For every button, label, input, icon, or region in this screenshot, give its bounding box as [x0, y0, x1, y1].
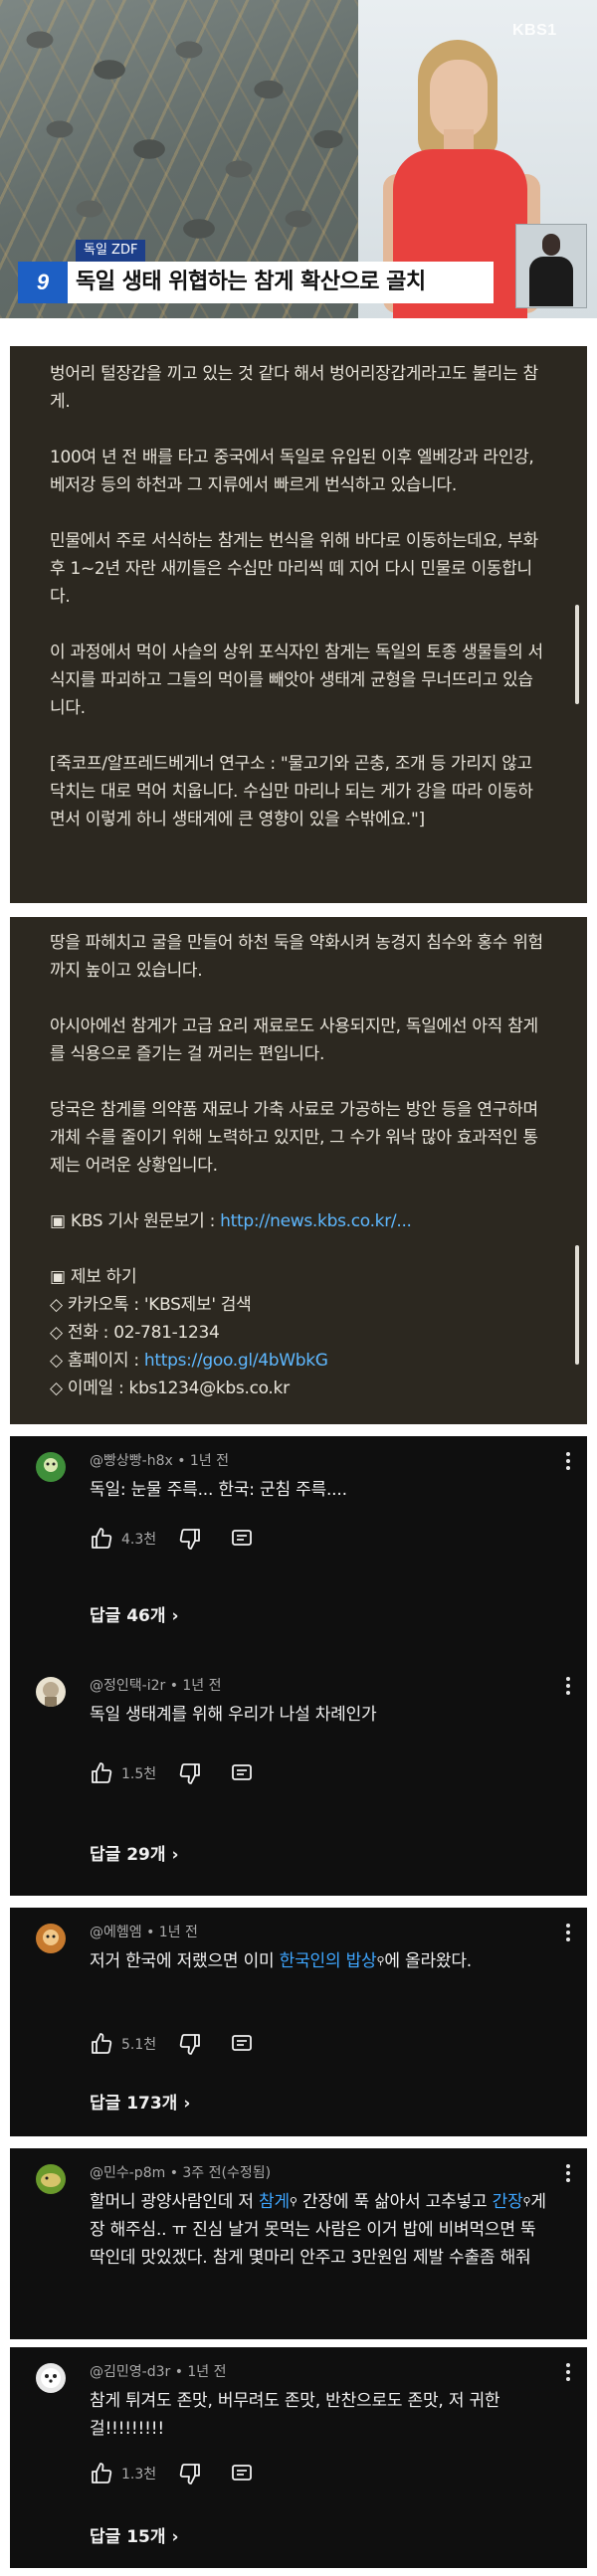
reply-icon[interactable] — [230, 2462, 254, 2485]
reply-icon[interactable] — [230, 1527, 254, 1551]
replies-count: 답글 15개 — [90, 2527, 166, 2547]
comment-text-part: 에 올라왔다. — [384, 1951, 472, 1971]
comment-card: @민수-p8m • 3주 전(수정됨) 할머니 광양사람인데 저 참게⚲ 간장에… — [10, 2148, 587, 2339]
reply-icon[interactable] — [230, 1761, 254, 1785]
comment-card: @김민영-d3r • 1년 전 참게 튀겨도 존맛, 버무려도 존맛, 반찬으로… — [10, 2347, 587, 2568]
description-paragraph: 당국은 참게를 의약품 재료나 가축 사료로 가공하는 방안 등을 연구하며 개… — [50, 1100, 538, 1176]
replies-toggle[interactable]: 답글 15개 › — [90, 2522, 179, 2547]
comment-actions: 4.3천 — [90, 1526, 254, 1552]
tip-email: ◇ 이메일 : kbs1234@kbs.co.kr — [50, 1379, 290, 1398]
comment-card: @빵상빵-h8x • 1년 전 독일: 눈물 주륵... 한국: 군침 주륵..… — [10, 1436, 587, 1657]
avatar[interactable] — [36, 1452, 66, 1482]
comment-actions: 1.3천 — [90, 2461, 254, 2486]
comment-text-part: 간장에 푹 삶아서 고추넣고 — [297, 2192, 493, 2212]
like-count: 1.3천 — [121, 2467, 157, 2483]
description-paragraph: 민물에서 주로 서식하는 참게는 번식을 위해 바다로 이동하는데요, 부화 후… — [50, 531, 538, 607]
more-vert-icon[interactable] — [565, 2363, 571, 2385]
comment-meta[interactable]: @빵상빵-h8x • 1년 전 — [90, 1450, 229, 1470]
comment-card: @정인택-i2r • 1년 전 독일 생태계를 위해 우리가 나설 차례인가 1… — [10, 1657, 587, 1896]
like-count: 4.3천 — [121, 1532, 157, 1548]
anchor-face — [430, 60, 488, 139]
tip-phone: ◇ 전화 : 02-781-1234 — [50, 1323, 220, 1343]
tip-homepage-link[interactable]: https://goo.gl/4bWbkG — [144, 1351, 328, 1371]
more-vert-icon[interactable] — [565, 1677, 571, 1699]
like-icon[interactable] — [90, 1527, 113, 1551]
comment-actions: 1.5천 — [90, 1760, 254, 1786]
like-icon[interactable] — [90, 2032, 113, 2056]
avatar[interactable] — [36, 2363, 66, 2393]
description-paragraph: 이 과정에서 먹이 사슬의 상위 포식자인 참게는 독일의 토종 생물들의 서식… — [50, 643, 543, 718]
replies-count: 답글 29개 — [90, 1845, 166, 1865]
replies-count: 답글 173개 — [90, 2094, 178, 2114]
comment-text: 할머니 광양사람인데 저 참게⚲ 간장에 푹 삶아서 고추넣고 간장⚲게장 해주… — [90, 2188, 547, 2272]
original-article-line: ▣ KBS 기사 원문보기 : http://news.kbs.co.kr/..… — [50, 1207, 547, 1235]
scrollbar[interactable] — [575, 605, 579, 704]
source-chip: 독일 ZDF — [76, 240, 146, 262]
chevron-right-icon: › — [171, 1845, 179, 1865]
like-count: 5.1천 — [121, 2037, 157, 2053]
replies-toggle[interactable]: 답글 173개 › — [90, 2089, 190, 2114]
sign-interpreter-head — [542, 234, 560, 256]
replies-count: 답글 46개 — [90, 1606, 166, 1626]
comment-text-part: 저거 한국에 저랬으면 이미 — [90, 1951, 280, 1971]
more-vert-icon[interactable] — [565, 1452, 571, 1474]
description-paragraph: 벙어리 털장갑을 끼고 있는 것 같다 해서 벙어리장갑게라고도 불리는 참게. — [50, 364, 538, 412]
comment-text: 독일: 눈물 주륵... 한국: 군침 주륵.... — [90, 1480, 347, 1500]
comment-meta[interactable]: @정인택-i2r • 1년 전 — [90, 1675, 222, 1695]
avatar[interactable] — [36, 1677, 66, 1707]
description-paragraph: 아시아에선 참게가 고급 요리 재료로도 사용되지만, 독일에선 아직 참게를 … — [50, 1016, 538, 1064]
dislike-icon[interactable] — [178, 2462, 202, 2485]
replies-toggle[interactable]: 답글 46개 › — [90, 1601, 179, 1626]
comment-actions: 5.1천 — [90, 2031, 254, 2057]
original-article-link[interactable]: http://news.kbs.co.kr/... — [220, 1211, 412, 1231]
tip-kakao: ◇ 카카오톡 : 'KBS제보' 검색 — [50, 1295, 252, 1315]
news-headline: 독일 생태 위협하는 참게 확산으로 골치 — [76, 270, 426, 294]
description-paragraph: 100여 년 전 배를 타고 중국에서 독일로 유입된 이후 엘베강과 라인강,… — [50, 448, 534, 495]
comment-card: @에헴엠 • 1년 전 저거 한국에 저랬으면 이미 한국인의 밥상⚲에 올라왔… — [10, 1908, 587, 2136]
sign-interpreter — [529, 257, 573, 306]
chevron-right-icon: › — [171, 1606, 179, 1626]
comment-meta[interactable]: @에헴엠 • 1년 전 — [90, 1922, 198, 1941]
comment-text-part: 할머니 광양사람인데 저 — [90, 2192, 260, 2212]
avatar[interactable] — [36, 1924, 66, 1953]
video-thumbnail[interactable]: KBS1 독일 ZDF 9 독일 생태 위협하는 참게 확산으로 골치 — [0, 0, 597, 318]
dislike-icon[interactable] — [178, 1761, 202, 1785]
dislike-icon[interactable] — [178, 1527, 202, 1551]
search-link[interactable]: 참게 — [259, 2192, 290, 2212]
like-icon[interactable] — [90, 1761, 113, 1785]
comment-meta[interactable]: @김민영-d3r • 1년 전 — [90, 2361, 227, 2381]
more-vert-icon[interactable] — [565, 2164, 571, 2186]
comment-text: 저거 한국에 저랬으면 이미 한국인의 밥상⚲에 올라왔다. — [90, 1947, 547, 1975]
search-link[interactable]: 간장 — [493, 2192, 523, 2212]
original-article-label: ▣ KBS 기사 원문보기 : — [50, 1211, 221, 1231]
search-icon: ⚲ — [289, 2195, 298, 2208]
description-panel: 땅을 파헤치고 굴을 만들어 하천 둑을 약화시켜 농경지 침수와 홍수 위험까… — [10, 917, 587, 1424]
comment-text: 독일 생태계를 위해 우리가 나설 차례인가 — [90, 1705, 377, 1725]
chevron-right-icon: › — [183, 2094, 191, 2114]
news9-badge: 9 — [18, 262, 68, 303]
more-vert-icon[interactable] — [565, 1924, 571, 1945]
tip-title: ▣ 제보 하기 — [50, 1267, 137, 1287]
dislike-icon[interactable] — [178, 2032, 202, 2056]
reply-icon[interactable] — [230, 2032, 254, 2056]
scrollbar[interactable] — [575, 1245, 579, 1365]
description-panel: 벙어리 털장갑을 끼고 있는 것 같다 해서 벙어리장갑게라고도 불리는 참게.… — [10, 346, 587, 903]
replies-toggle[interactable]: 답글 29개 › — [90, 1840, 179, 1865]
like-count: 1.5천 — [121, 1766, 157, 1782]
description-quote: [죽코프/알프레드베게너 연구소 : "물고기와 곤충, 조개 등 가리지 않고… — [50, 754, 533, 829]
tip-homepage-label: ◇ 홈페이지 : — [50, 1351, 144, 1371]
search-link[interactable]: 한국인의 밥상 — [280, 1951, 377, 1971]
channel-logo: KBS1 — [512, 22, 557, 39]
chevron-right-icon: › — [171, 2527, 179, 2547]
tip-homepage-line: ◇ 홈페이지 : https://goo.gl/4bWbkG — [50, 1347, 547, 1375]
comment-meta[interactable]: @민수-p8m • 3주 전(수정됨) — [90, 2162, 271, 2182]
like-icon[interactable] — [90, 2462, 113, 2485]
description-paragraph: 땅을 파헤치고 굴을 만들어 하천 둑을 약화시켜 농경지 침수와 홍수 위험까… — [50, 933, 543, 981]
comment-text: 참게 튀겨도 존맛, 버무려도 존맛, 반찬으로도 존맛, 저 귀한걸!!!!!… — [90, 2391, 500, 2439]
avatar[interactable] — [36, 2164, 66, 2194]
